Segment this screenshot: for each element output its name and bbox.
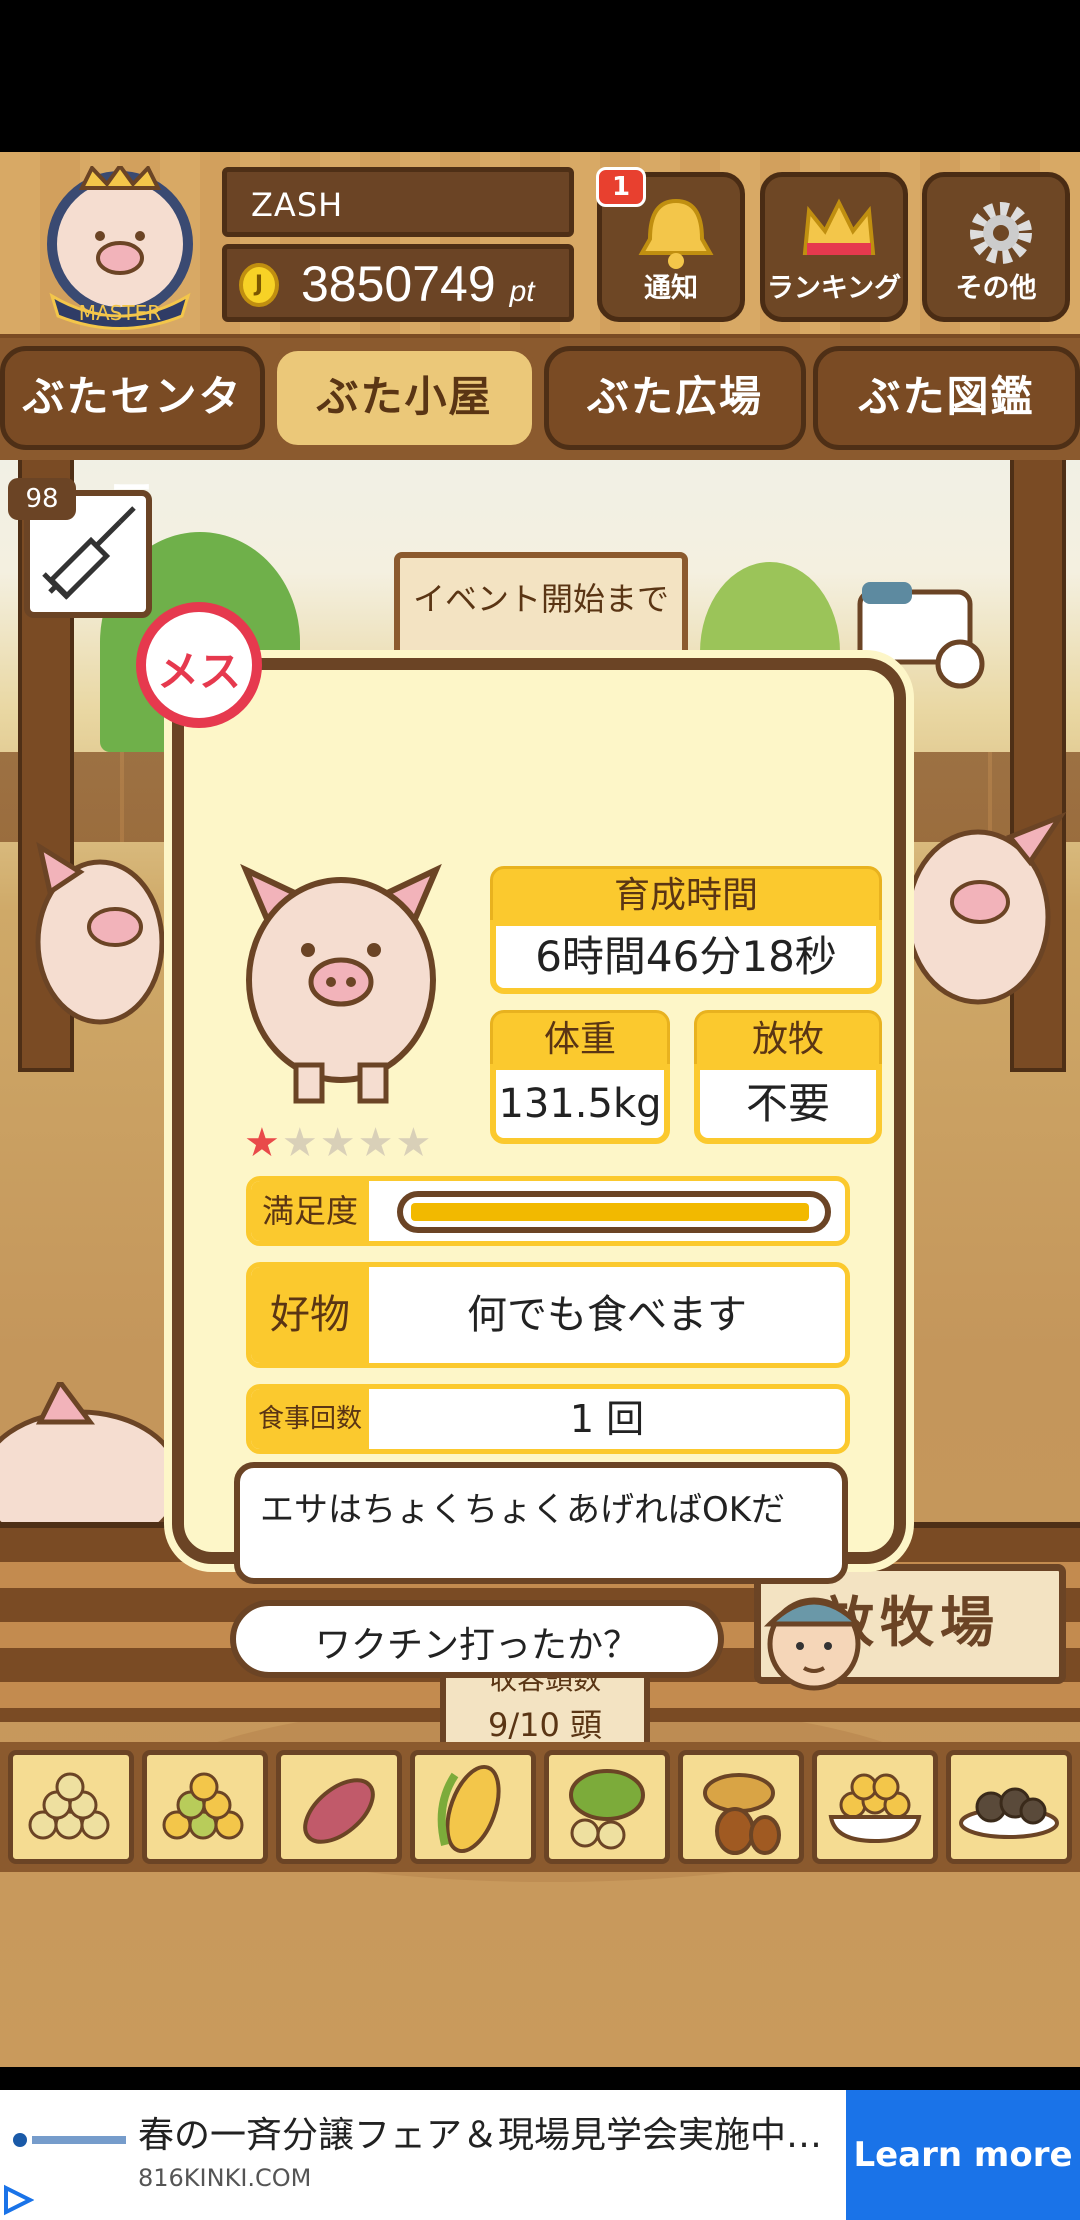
satisfaction-bar	[397, 1191, 831, 1233]
growth-time-value: 6時間46分18秒	[490, 920, 882, 994]
points-value: 3850749	[301, 256, 496, 312]
food-bar	[0, 1742, 1080, 1872]
capacity-value: 9/10 頭	[487, 1706, 603, 1744]
food-sweet-potato-icon[interactable]	[276, 1750, 402, 1864]
tab-pig-plaza[interactable]: ぶた広場	[544, 346, 806, 450]
pig-rating: ★★★★★	[244, 1120, 433, 1166]
female-badge: メス	[136, 602, 262, 728]
favorite-food-value: 何でも食べます	[467, 1292, 747, 1338]
favorite-food-row: 好物 何でも食べます	[246, 1262, 850, 1368]
food-mixed-grain-icon[interactable]	[142, 1750, 268, 1864]
grazing-value: 不要	[694, 1064, 882, 1144]
master-rank-badge-icon[interactable]: MASTER	[32, 166, 212, 336]
farmer-tip-bubble: エサはちょくちょくあげればOKだ	[234, 1462, 848, 1584]
favorite-food-label: 好物	[251, 1267, 369, 1363]
tab-pig-barn[interactable]: ぶた小屋	[272, 346, 537, 450]
notification-count-badge: 1	[596, 167, 646, 207]
farmer-tip-text: エサはちょくちょくあげればOKだ	[260, 1490, 786, 1530]
coin-icon: J	[239, 263, 279, 307]
player-name-box: ZASH	[222, 167, 574, 237]
bell-icon	[638, 198, 714, 269]
pig-icon[interactable]	[20, 832, 170, 1032]
meal-count-row: 食事回数 1 回	[246, 1384, 850, 1454]
food-dish-icon[interactable]	[946, 1750, 1072, 1864]
syringe-count: 98	[8, 478, 76, 520]
ad-domain: 816KINKI.COM	[138, 2164, 312, 2192]
growth-time-label: 育成時間	[490, 866, 882, 924]
tab-bar: ぶたセンター ぶた小屋 ぶた広場 ぶた図鑑	[0, 338, 1080, 513]
header: MASTER ZASH J 3850749 pt 1 通知 ランキング その他	[0, 152, 1080, 340]
ad-banner[interactable]: 春の一斉分譲フェア＆現場見学会実施中… 816KINKI.COM Learn m…	[0, 2090, 1080, 2220]
player-name: ZASH	[251, 186, 344, 224]
satisfaction-label: 満足度	[251, 1181, 369, 1241]
star-filled-icon: ★	[244, 1120, 282, 1166]
food-grain-icon[interactable]	[8, 1750, 134, 1864]
food-corn-icon[interactable]	[410, 1750, 536, 1864]
status-bar	[0, 0, 1080, 152]
advertiser-logo-icon	[10, 2128, 130, 2158]
tab-pig-center[interactable]: ぶたセンター	[0, 346, 265, 513]
farmer-avatar-icon	[763, 1597, 865, 1691]
gear-icon	[970, 202, 1032, 264]
star-empty-icon: ★★★★	[281, 1120, 434, 1166]
points-box: J 3850749 pt	[222, 244, 574, 322]
meal-count-label: 食事回数	[251, 1389, 369, 1449]
food-acorn-icon[interactable]	[678, 1750, 804, 1864]
divider	[0, 2067, 1080, 2090]
satisfaction-row: 満足度	[246, 1176, 850, 1246]
ad-title[interactable]: 春の一斉分譲フェア＆現場見学会実施中…	[138, 2106, 818, 2158]
grazing-label: 放牧	[694, 1010, 882, 1068]
ranking-button[interactable]: ランキング	[760, 172, 908, 322]
farmer-question-bubble: ワクチン打ったか？	[230, 1600, 724, 1678]
satisfaction-fill	[411, 1203, 809, 1221]
meal-count-value: 1 回	[569, 1397, 645, 1441]
other-label: その他	[955, 273, 1037, 304]
pig-barn-scene: イベント開始まで 放牧場 収容頭数 9/10 頭 98 ★★★★★ 育成時間 6…	[0, 152, 1080, 2067]
weight-label: 体重	[490, 1010, 670, 1068]
gender-label: メス	[156, 647, 241, 696]
pig-detail-card: ★★★★★ 育成時間 6時間46分18秒 体重 131.5kg 放牧 不要 満足…	[172, 658, 906, 1691]
pig-icon[interactable]	[900, 802, 1080, 1012]
ranking-label: ランキング	[766, 273, 902, 304]
rank-badge-text: MASTER	[79, 301, 161, 325]
tab-pig-encyclopedia[interactable]: ぶた図鑑	[813, 346, 1080, 450]
farmer-question-text: ワクチン打ったか？	[314, 1625, 639, 1666]
pig-portrait-icon[interactable]	[236, 850, 446, 1110]
points-display: 3850749 pt	[301, 255, 535, 313]
food-vegetable-icon[interactable]	[544, 1750, 670, 1864]
ad-learn-more-button[interactable]: Learn more	[846, 2090, 1080, 2220]
other-button[interactable]: その他	[922, 172, 1070, 322]
food-bowl-icon[interactable]	[812, 1750, 938, 1864]
event-sign-text: イベント開始まで	[412, 580, 669, 618]
points-unit: pt	[509, 275, 535, 308]
ad-choices-icon[interactable]	[2, 2184, 34, 2216]
weight-value: 131.5kg	[490, 1064, 670, 1144]
notification-label: 通知	[644, 273, 698, 304]
crown-icon	[802, 198, 876, 255]
notification-button[interactable]: 1 通知	[596, 167, 745, 322]
